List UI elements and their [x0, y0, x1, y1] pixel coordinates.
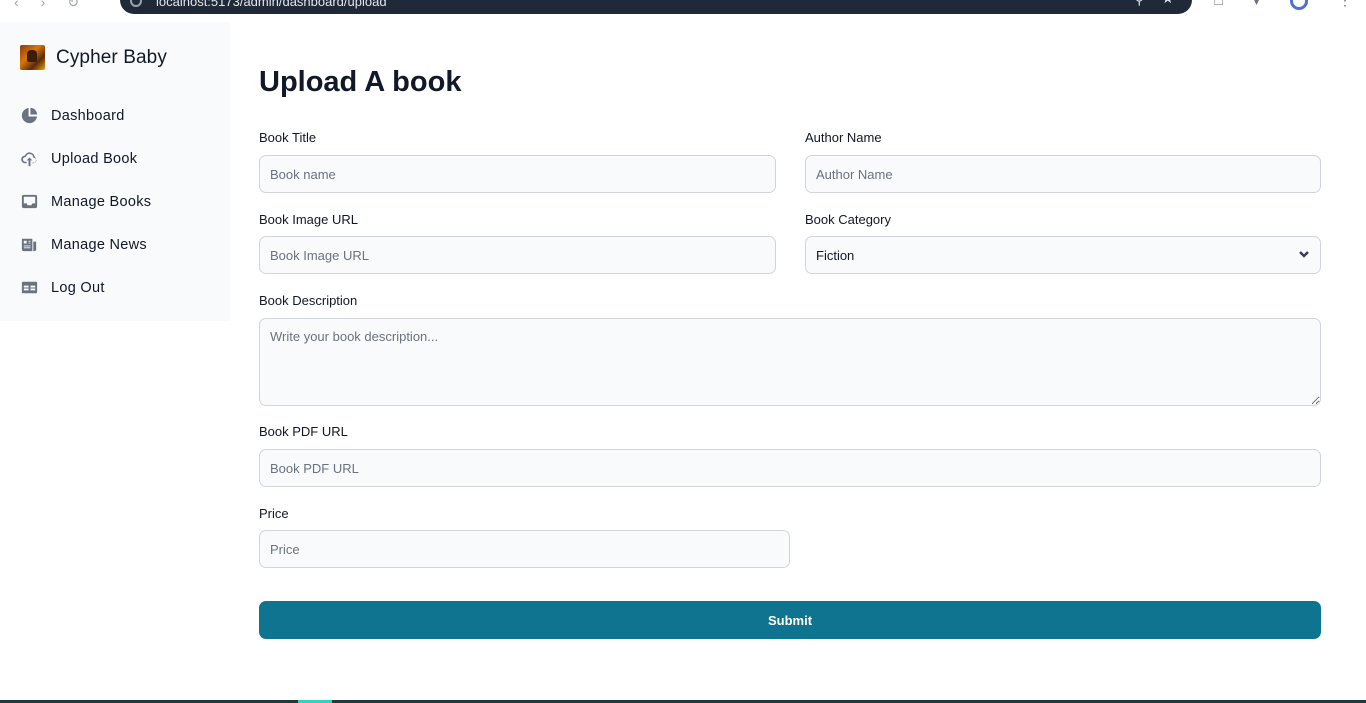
address-url[interactable]: localhost:5173/admin/dashboard/upload — [156, 0, 387, 9]
address-bar[interactable]: localhost:5173/admin/dashboard/upload ⚲ … — [120, 0, 1192, 14]
sidebar-item-upload-book[interactable]: Upload Book — [0, 137, 230, 180]
inbox-icon — [19, 192, 39, 212]
book-description-textarea[interactable] — [259, 318, 1321, 406]
book-category-label: Book Category — [805, 212, 891, 227]
menu-dots-icon[interactable]: ⋮ — [1338, 0, 1352, 10]
book-description-label: Book Description — [259, 293, 358, 308]
price-label: Price — [259, 506, 289, 521]
book-title-label: Book Title — [259, 130, 317, 145]
cloud-upload-icon — [19, 149, 39, 169]
browser-nav: ‹ › ↻ — [14, 0, 79, 11]
submit-button[interactable]: Submit — [259, 601, 1321, 639]
brand[interactable]: Cypher Baby — [20, 45, 167, 70]
site-info-icon[interactable] — [130, 0, 142, 7]
reload-icon[interactable]: ↻ — [67, 0, 79, 11]
chart-pie-icon — [19, 106, 39, 126]
author-name-label: Author Name — [805, 130, 882, 145]
bookmark-star-icon[interactable]: ★ — [1161, 0, 1174, 7]
sidebar-item-manage-books[interactable]: Manage Books — [0, 180, 230, 223]
browser-toolbar: ‹ › ↻ localhost:5173/admin/dashboard/upl… — [0, 0, 1366, 22]
page-title: Upload A book — [259, 66, 462, 98]
book-image-url-label: Book Image URL — [259, 212, 358, 227]
sidebar-nav: Dashboard Upload Book Manage Books Manag… — [0, 94, 230, 309]
browser-actions: □ ▾ ⋮ — [1215, 0, 1352, 10]
forward-icon[interactable]: › — [41, 0, 46, 11]
zoom-icon[interactable]: ⚲ — [1134, 0, 1144, 8]
price-input[interactable] — [259, 530, 790, 568]
extensions-icon[interactable]: □ — [1215, 0, 1223, 10]
sidebar-item-label: Manage News — [51, 236, 147, 253]
sidebar-item-label: Upload Book — [51, 150, 138, 167]
brand-logo — [20, 45, 45, 70]
sidebar-item-label: Log Out — [51, 279, 105, 296]
table-icon — [19, 278, 39, 298]
downloads-icon[interactable]: ▾ — [1253, 0, 1260, 10]
sidebar-item-manage-news[interactable]: Manage News — [0, 223, 230, 266]
sidebar-item-label: Manage Books — [51, 193, 152, 210]
sidebar: Cypher Baby Dashboard Upload Book Manage… — [0, 22, 230, 321]
book-category-selected: Fiction — [816, 247, 855, 263]
book-pdf-url-input[interactable] — [259, 449, 1321, 487]
book-title-input[interactable] — [259, 155, 776, 193]
book-image-url-input[interactable] — [259, 236, 776, 274]
book-category-select[interactable]: Fiction — [805, 236, 1321, 274]
book-pdf-url-label: Book PDF URL — [259, 424, 348, 439]
author-name-input[interactable] — [805, 155, 1321, 193]
chevron-down-icon — [1298, 248, 1310, 263]
newspaper-icon — [19, 235, 39, 255]
brand-name: Cypher Baby — [56, 46, 167, 68]
back-icon[interactable]: ‹ — [14, 0, 19, 11]
sidebar-item-label: Dashboard — [51, 107, 125, 124]
sidebar-item-log-out[interactable]: Log Out — [0, 266, 230, 309]
profile-avatar-icon[interactable] — [1290, 0, 1308, 10]
sidebar-item-dashboard[interactable]: Dashboard — [0, 94, 230, 137]
